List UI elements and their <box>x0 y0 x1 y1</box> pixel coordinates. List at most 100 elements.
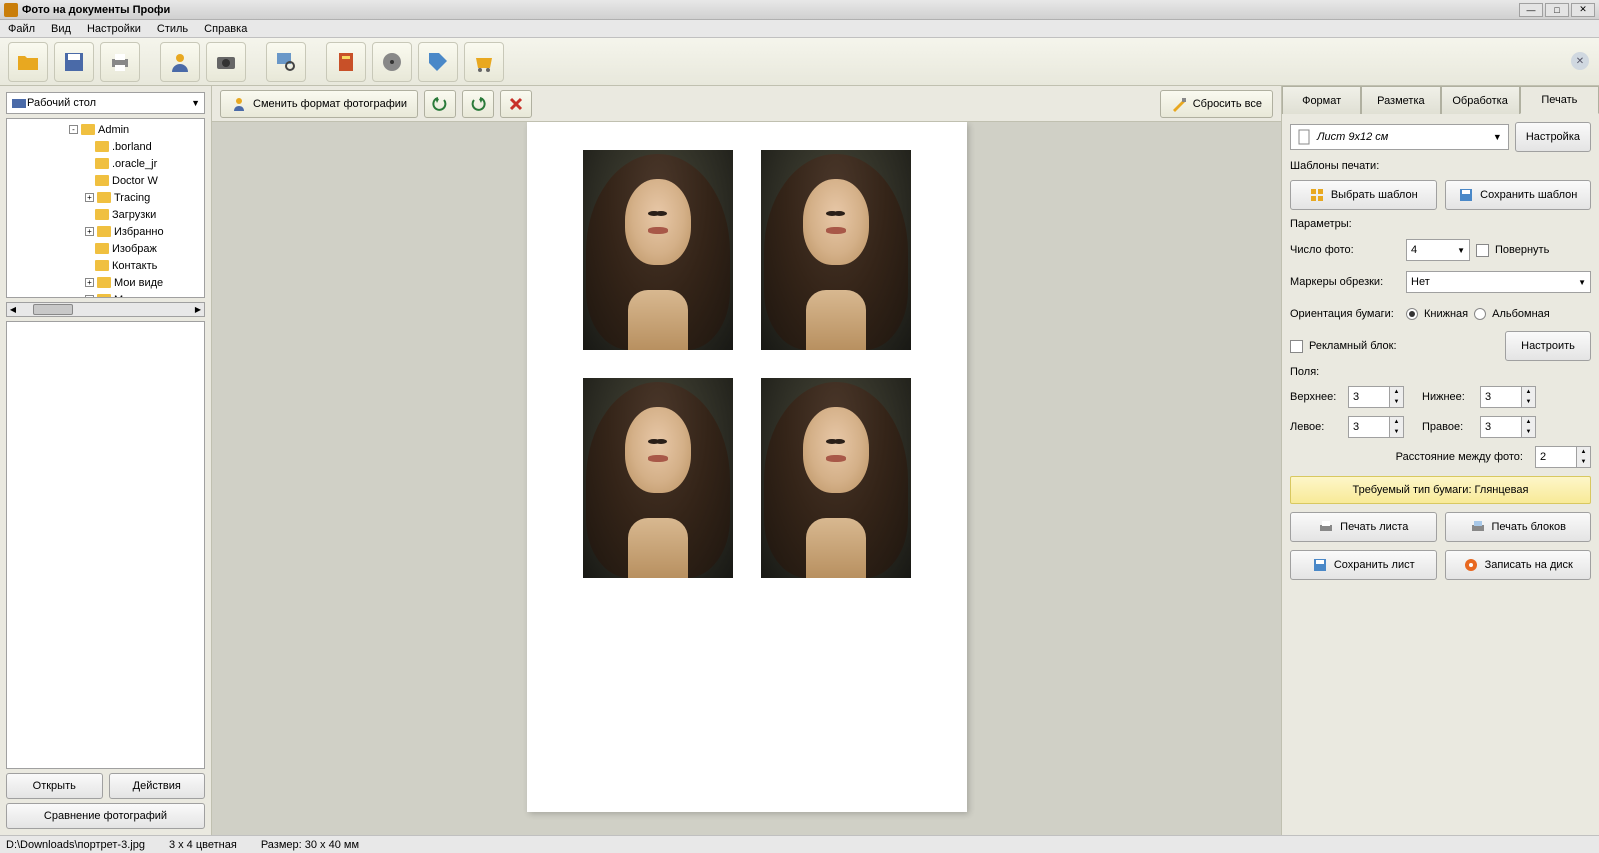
configure-button[interactable]: Настроить <box>1505 331 1591 361</box>
markers-label: Маркеры обрезки: <box>1290 276 1400 288</box>
delete-button[interactable] <box>500 90 532 118</box>
app-icon <box>4 3 18 17</box>
portrait-radio[interactable] <box>1406 308 1418 320</box>
folder-combo[interactable]: Рабочий стол ▼ <box>6 92 205 114</box>
tab-processing[interactable]: Обработка <box>1441 86 1520 114</box>
photo-4[interactable] <box>761 378 911 578</box>
gap-input[interactable]: 2▲▼ <box>1535 446 1591 468</box>
menubar: Файл Вид Настройки Стиль Справка <box>0 20 1599 38</box>
gap-label: Расстояние между фото: <box>1290 451 1529 463</box>
tab-format[interactable]: Формат <box>1282 86 1361 114</box>
tab-bar: Формат Разметка Обработка Печать <box>1282 86 1599 114</box>
rotate-right-button[interactable] <box>462 90 494 118</box>
photo-2[interactable] <box>761 150 911 350</box>
tab-print[interactable]: Печать <box>1520 86 1599 114</box>
burn-disk-button[interactable]: Записать на диск <box>1445 550 1592 580</box>
save-template-button[interactable]: Сохранить шаблон <box>1445 180 1592 210</box>
status-path: D:\Downloads\портрет-3.jpg <box>6 839 145 851</box>
folder-combo-label: Рабочий стол <box>27 97 96 109</box>
rotate-checkbox[interactable] <box>1476 244 1489 257</box>
person-button[interactable] <box>160 42 200 82</box>
markers-select[interactable]: Нет▼ <box>1406 271 1591 293</box>
change-format-button[interactable]: Сменить формат фотографии <box>220 90 418 118</box>
count-select[interactable]: 4▼ <box>1406 239 1470 261</box>
main-toolbar: ✕ <box>0 38 1599 86</box>
reel-button[interactable] <box>372 42 412 82</box>
print-canvas <box>212 122 1281 835</box>
choose-template-button[interactable]: Выбрать шаблон <box>1290 180 1437 210</box>
tree-item[interactable]: .borland <box>9 138 202 155</box>
tree-item[interactable]: -Admin <box>9 121 202 138</box>
margin-left-label: Левое: <box>1290 421 1342 433</box>
tree-item[interactable]: .oracle_jr <box>9 155 202 172</box>
center-toolbar: Сменить формат фотографии Сбросить все <box>212 86 1281 122</box>
statusbar: D:\Downloads\портрет-3.jpg 3 x 4 цветная… <box>0 835 1599 853</box>
menu-style[interactable]: Стиль <box>153 22 192 36</box>
folder-tree[interactable]: -Admin.borland.oracle_jrDoctor W+Tracing… <box>6 118 205 298</box>
margin-bottom-label: Нижнее: <box>1422 391 1474 403</box>
print-sheet <box>527 122 967 812</box>
print-blocks-button[interactable]: Печать блоков <box>1445 512 1592 542</box>
sheet-select[interactable]: Лист 9x12 см ▼ <box>1290 124 1509 150</box>
left-panel: Рабочий стол ▼ -Admin.borland.oracle_jrD… <box>0 86 212 835</box>
tree-item[interactable]: Контакть <box>9 257 202 274</box>
tree-item[interactable]: Загрузки <box>9 206 202 223</box>
reset-all-button[interactable]: Сбросить все <box>1160 90 1273 118</box>
count-label: Число фото: <box>1290 244 1400 256</box>
menu-settings[interactable]: Настройки <box>83 22 145 36</box>
params-label: Параметры: <box>1290 218 1591 230</box>
print-button[interactable] <box>100 42 140 82</box>
chevron-down-icon: ▼ <box>191 98 200 108</box>
right-panel: Формат Разметка Обработка Печать Лист 9x… <box>1281 86 1599 835</box>
margin-bottom-input[interactable]: 3▲▼ <box>1480 386 1536 408</box>
maximize-button[interactable]: □ <box>1545 3 1569 17</box>
zoom-image-button[interactable] <box>266 42 306 82</box>
cart-button[interactable] <box>464 42 504 82</box>
compare-button[interactable]: Сравнение фотографий <box>6 803 205 829</box>
camera-button[interactable] <box>206 42 246 82</box>
status-color: 3 x 4 цветная <box>169 839 237 851</box>
photo-3[interactable] <box>583 378 733 578</box>
save-sheet-button[interactable]: Сохранить лист <box>1290 550 1437 580</box>
status-size: Размер: 30 x 40 мм <box>261 839 359 851</box>
save-button[interactable] <box>54 42 94 82</box>
rotate-left-button[interactable] <box>424 90 456 118</box>
titlebar: Фото на документы Профи — □ ✕ <box>0 0 1599 20</box>
tree-item[interactable]: +Мои виде <box>9 274 202 291</box>
window-title: Фото на документы Профи <box>22 4 1519 16</box>
print-sheet-button[interactable]: Печать листа <box>1290 512 1437 542</box>
open-folder-button[interactable] <box>8 42 48 82</box>
paper-type-banner: Требуемый тип бумаги: Глянцевая <box>1290 476 1591 504</box>
thumbnail-preview <box>6 321 205 769</box>
adblock-checkbox[interactable] <box>1290 340 1303 353</box>
tree-item[interactable]: Изображ <box>9 240 202 257</box>
tag-button[interactable] <box>418 42 458 82</box>
landscape-radio[interactable] <box>1474 308 1486 320</box>
menu-help[interactable]: Справка <box>200 22 251 36</box>
tab-layout[interactable]: Разметка <box>1361 86 1440 114</box>
sheet-settings-button[interactable]: Настройка <box>1515 122 1591 152</box>
book-button[interactable] <box>326 42 366 82</box>
tree-scrollbar[interactable]: ◀ ▶ <box>6 302 205 317</box>
adblock-label: Рекламный блок: <box>1309 340 1499 352</box>
toolbar-close-icon[interactable]: ✕ <box>1571 52 1589 70</box>
close-button[interactable]: ✕ <box>1571 3 1595 17</box>
margin-left-input[interactable]: 3▲▼ <box>1348 416 1404 438</box>
menu-view[interactable]: Вид <box>47 22 75 36</box>
open-button[interactable]: Открыть <box>6 773 103 799</box>
tree-item[interactable]: +Избранно <box>9 223 202 240</box>
actions-button[interactable]: Действия <box>109 773 206 799</box>
landscape-label: Альбомная <box>1492 308 1550 320</box>
margin-right-input[interactable]: 3▲▼ <box>1480 416 1536 438</box>
templates-label: Шаблоны печати: <box>1290 160 1591 172</box>
tree-item[interactable]: +Tracing <box>9 189 202 206</box>
tree-item[interactable]: +Мои доку <box>9 291 202 298</box>
tree-item[interactable]: Doctor W <box>9 172 202 189</box>
minimize-button[interactable]: — <box>1519 3 1543 17</box>
photo-1[interactable] <box>583 150 733 350</box>
rotate-label: Повернуть <box>1495 244 1549 256</box>
margin-top-input[interactable]: 3▲▼ <box>1348 386 1404 408</box>
margin-right-label: Правое: <box>1422 421 1474 433</box>
chevron-down-icon: ▼ <box>1493 132 1502 142</box>
menu-file[interactable]: Файл <box>4 22 39 36</box>
